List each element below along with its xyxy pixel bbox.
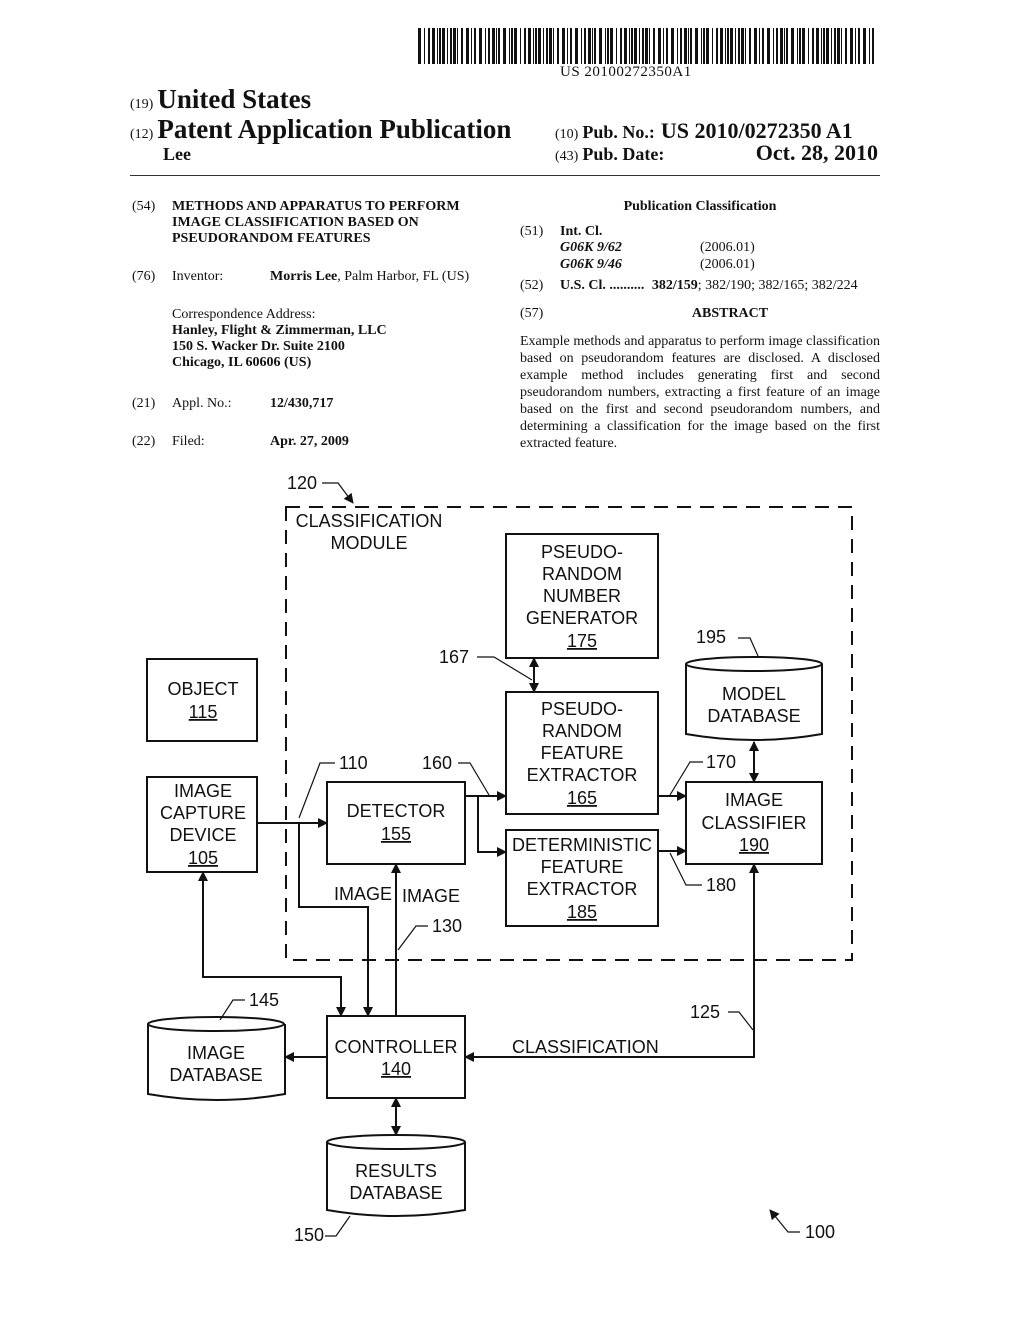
dfe-label: EXTRACTOR (527, 879, 638, 899)
classifier-label: CLASSIFIER (701, 813, 806, 833)
dfe-label: FEATURE (541, 857, 624, 877)
prfe-label: EXTRACTOR (527, 765, 638, 785)
prfe-label: RANDOM (542, 721, 622, 741)
ref-145: 145 (249, 990, 279, 1010)
ref-167: 167 (439, 647, 469, 667)
object-ref: 115 (189, 702, 218, 722)
ref-130: 130 (432, 916, 462, 936)
capture-label: IMAGE (174, 781, 232, 801)
controller-label: CONTROLLER (334, 1037, 457, 1057)
ref-125: 125 (690, 1002, 720, 1022)
capture-label: DEVICE (169, 825, 236, 845)
dfe-label: DETERMINISTIC (512, 835, 652, 855)
detector-box (326, 781, 466, 865)
classifier-label: IMAGE (725, 790, 783, 810)
ref-150: 150 (294, 1225, 324, 1245)
prng-label: NUMBER (543, 586, 621, 606)
detector-label: DETECTOR (347, 801, 446, 821)
ref-195: 195 (696, 627, 726, 647)
signal-classification-label: CLASSIFICATION (512, 1037, 659, 1057)
image-db-label: IMAGE (187, 1043, 245, 1063)
prfe-label: FEATURE (541, 743, 624, 763)
controller-ref: 140 (381, 1059, 411, 1079)
results-db-label: DATABASE (349, 1183, 442, 1203)
ref-100: 100 (805, 1222, 835, 1242)
detector-to-dfe-arrow (477, 796, 507, 857)
ref-120: 120 (287, 473, 317, 493)
results-db-label: RESULTS (355, 1161, 437, 1181)
figure-diagram: CLASSIFICATION MODULE OBJECT 115 IMAGE C… (146, 473, 853, 1245)
prng-label: PSEUDO- (541, 542, 623, 562)
image-path-to-controller (298, 823, 373, 1017)
prng-label: RANDOM (542, 564, 622, 584)
prng-label: GENERATOR (526, 608, 638, 628)
ref-170: 170 (706, 752, 736, 772)
dfe-ref: 185 (567, 902, 597, 922)
ref-160: 160 (422, 753, 452, 773)
capture-ref: 105 (188, 848, 218, 868)
capture-label: CAPTURE (160, 803, 246, 823)
signal-image-label: IMAGE (402, 886, 460, 906)
object-box (146, 658, 258, 742)
ref-110: 110 (339, 753, 368, 773)
detector-ref: 155 (381, 824, 411, 844)
prfe-ref: 165 (567, 788, 597, 808)
classifier-ref: 190 (739, 835, 769, 855)
model-db-label: DATABASE (707, 706, 800, 726)
prng-ref: 175 (567, 631, 597, 651)
model-db-label: MODEL (722, 684, 786, 704)
controller-box (326, 1015, 466, 1099)
ref-180: 180 (706, 875, 736, 895)
prfe-label: PSEUDO- (541, 699, 623, 719)
signal-image-label: IMAGE (334, 884, 392, 904)
object-label: OBJECT (167, 679, 238, 699)
module-label: MODULE (330, 533, 407, 553)
image-db-label: DATABASE (169, 1065, 262, 1085)
module-label: CLASSIFICATION (296, 511, 443, 531)
